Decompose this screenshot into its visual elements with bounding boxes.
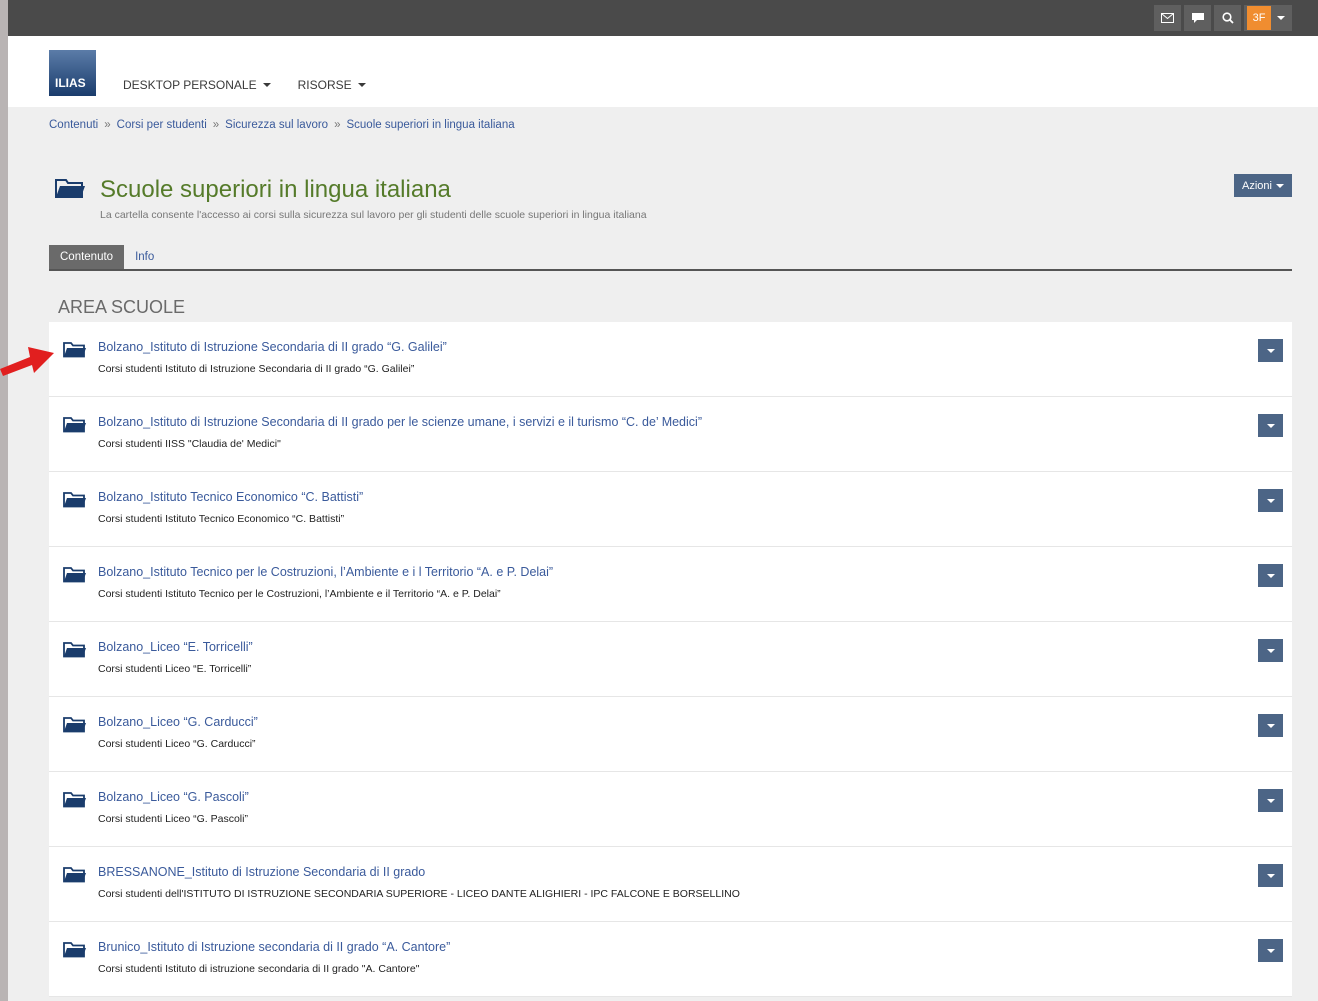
tab-info[interactable]: Info [124,245,165,269]
chevron-down-icon [1277,16,1285,20]
breadcrumb: Contenuti » Corsi per studenti » Sicurez… [49,119,515,131]
item-description: Corsi studenti Istituto Tecnico per le C… [98,588,501,600]
folder-icon [63,566,87,588]
item-title-link[interactable]: BRESSANONE_Istituto di Istruzione Second… [98,865,425,879]
page-description: La cartella consente l'accesso ai corsi … [100,209,647,221]
breadcrumb-item[interactable]: Contenuti [49,119,98,131]
item-title-link[interactable]: Bolzano_Liceo “E. Torricelli” [98,640,253,654]
list-item: Bolzano_Istituto Tecnico per le Costruzi… [49,547,1292,622]
red-arrow-annotation [0,343,56,388]
logo-text: ILIAS [55,76,86,90]
actions-label: Azioni [1242,179,1272,192]
breadcrumb-separator: » [334,119,341,131]
item-actions-dropdown[interactable] [1258,564,1283,587]
list-item: Bolzano_Istituto di Istruzione Secondari… [49,397,1292,472]
tab-bar: Contenuto Info [49,245,1292,271]
ilias-logo[interactable]: ILIAS [49,50,96,96]
search-icon[interactable] [1214,5,1241,31]
folder-icon [63,491,87,513]
chevron-down-icon [1266,498,1275,503]
list-item: Bolzano_Istituto di Istruzione Secondari… [49,322,1292,397]
list-item: Bolzano_Liceo “G. Pascoli” Corsi studenti… [49,772,1292,847]
top-icons: 3F [1154,5,1292,31]
chevron-down-icon [1266,798,1275,803]
folder-icon [63,341,87,363]
top-bar: 3F [8,0,1318,36]
list-item: Bolzano_Liceo “G. Carducci” Corsi student… [49,697,1292,772]
folder-icon [55,177,86,204]
left-edge-bar [0,0,8,1001]
chevron-down-icon [262,83,271,87]
menu-risorse[interactable]: RISORSE [298,78,366,92]
item-actions-dropdown[interactable] [1258,414,1283,437]
user-avatar: 3F [1247,6,1271,30]
chevron-down-icon [1266,948,1275,953]
item-description: Corsi studenti Istituto di Istruzione Se… [98,363,415,375]
item-actions-dropdown[interactable] [1258,789,1283,812]
item-list: Bolzano_Istituto di Istruzione Secondari… [49,322,1292,997]
actions-button[interactable]: Azioni [1234,174,1292,197]
folder-icon [63,716,87,738]
list-item: Brunico_Istituto di Istruzione secondari… [49,922,1292,997]
chevron-down-icon [1266,873,1275,878]
item-title-link[interactable]: Bolzano_Istituto di Istruzione Secondari… [98,340,447,354]
item-description: Corsi studenti Istituto di istruzione se… [98,963,420,975]
item-actions-dropdown[interactable] [1258,339,1283,362]
breadcrumb-separator: » [212,119,220,131]
chevron-down-icon [1266,723,1275,728]
list-item: BRESSANONE_Istituto di Istruzione Second… [49,847,1292,922]
mail-icon[interactable] [1154,5,1181,31]
section-title: AREA SCUOLE [58,297,186,317]
item-title-link[interactable]: Bolzano_Liceo “G. Carducci” [98,715,258,729]
page-header: Scuole superiori in lingua italiana [55,176,451,204]
chevron-down-icon [357,83,366,87]
item-title-link[interactable]: Brunico_Istituto di Istruzione secondari… [98,940,450,954]
item-description: Corsi studenti Istituto Tecnico Economic… [98,513,345,525]
chevron-down-icon [1266,648,1275,653]
item-actions-dropdown[interactable] [1258,714,1283,737]
item-description: Corsi studenti Liceo “G. Pascoli” [98,813,248,825]
chevron-down-icon [1275,183,1284,188]
folder-icon [63,866,87,888]
item-title-link[interactable]: Bolzano_Istituto di Istruzione Secondari… [98,415,702,429]
item-description: Corsi studenti dell'ISTITUTO DI ISTRUZIO… [98,888,740,900]
breadcrumb-item[interactable]: Sicurezza sul lavoro [225,119,328,131]
breadcrumb-separator: » [104,119,111,131]
list-item: Bolzano_Istituto Tecnico Economico “C. B… [49,472,1292,547]
menu-desktop-personale[interactable]: DESKTOP PERSONALE [123,78,271,92]
item-actions-dropdown[interactable] [1258,639,1283,662]
chat-icon[interactable] [1184,5,1211,31]
item-actions-dropdown[interactable] [1258,939,1283,962]
item-title-link[interactable]: Bolzano_Istituto Tecnico Economico “C. B… [98,490,363,504]
user-menu[interactable]: 3F [1244,5,1292,31]
main-content: Contenuti » Corsi per studenti » Sicurez… [8,107,1318,1001]
folder-icon [63,791,87,813]
item-description: Corsi studenti Liceo “G. Carducci” [98,738,256,750]
list-item: Bolzano_Liceo “E. Torricelli” Corsi stude… [49,622,1292,697]
folder-icon [63,416,87,438]
tab-contenuto[interactable]: Contenuto [49,245,125,269]
item-title-link[interactable]: Bolzano_Liceo “G. Pascoli” [98,790,249,804]
menu-label: DESKTOP PERSONALE [123,78,257,92]
chevron-down-icon [1266,348,1275,353]
header: ILIAS DESKTOP PERSONALE RISORSE [8,36,1318,107]
item-description: Corsi studenti IISS "Claudia de' Medici" [98,438,281,450]
menu-label: RISORSE [297,78,352,92]
main-menu: DESKTOP PERSONALE RISORSE [123,78,366,92]
item-actions-dropdown[interactable] [1258,489,1283,512]
chevron-down-icon [1266,423,1275,428]
breadcrumb-item[interactable]: Corsi per studenti [117,119,207,131]
breadcrumb-item[interactable]: Scuole superiori in lingua italiana [346,119,514,131]
page-title: Scuole superiori in lingua italiana [100,176,451,203]
folder-icon [63,641,87,663]
folder-icon [63,941,87,963]
item-title-link[interactable]: Bolzano_Istituto Tecnico per le Costruzi… [98,565,553,579]
item-actions-dropdown[interactable] [1258,864,1283,887]
chevron-down-icon [1266,573,1275,578]
item-description: Corsi studenti Liceo “E. Torricelli” [98,663,252,675]
